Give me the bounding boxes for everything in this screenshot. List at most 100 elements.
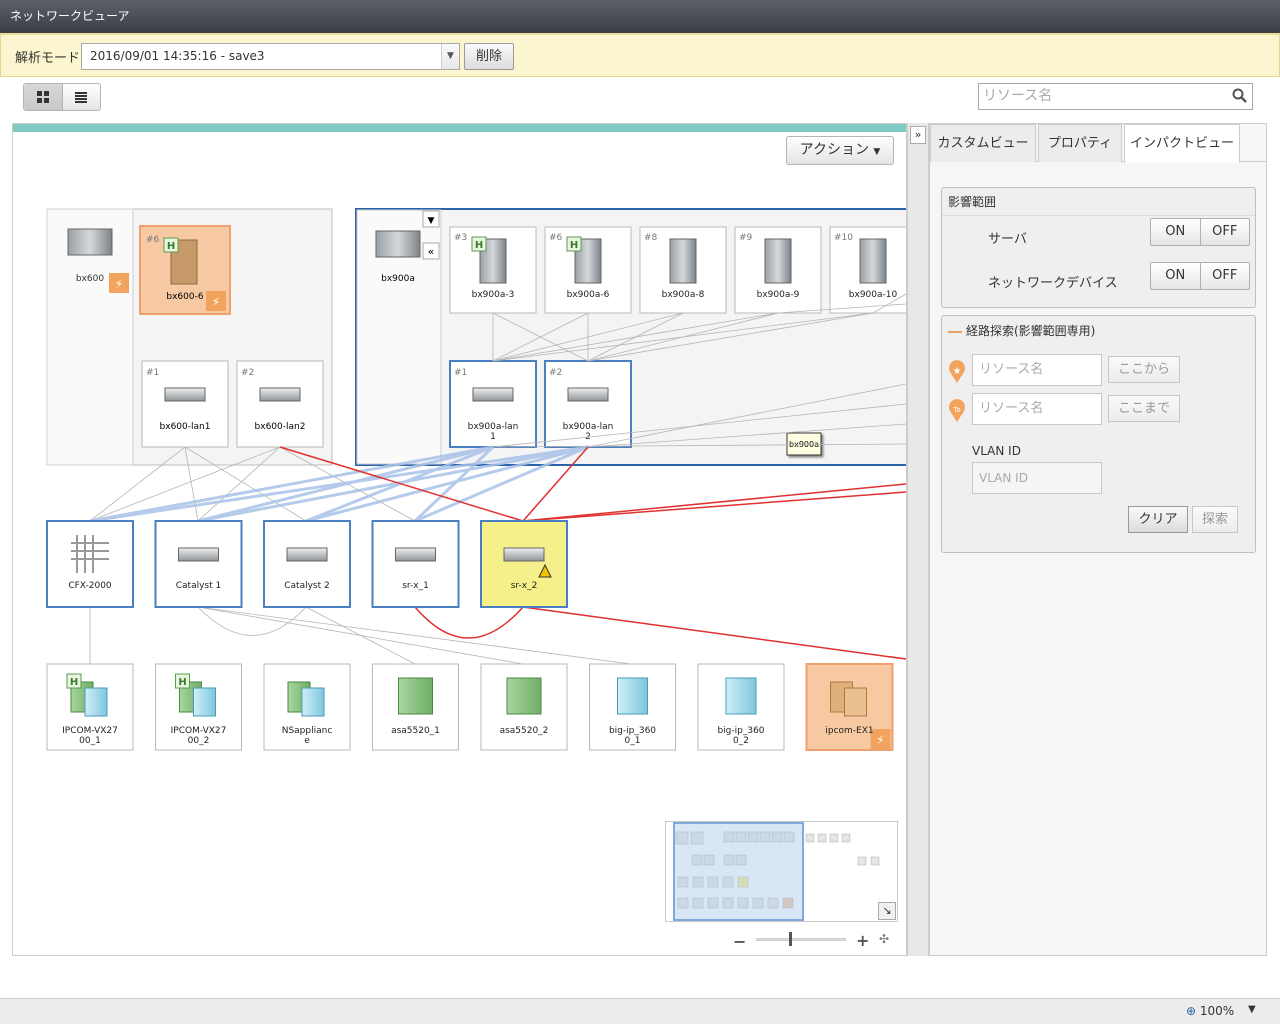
grid-view-button[interactable] — [24, 84, 63, 110]
lan-slot: #1 — [454, 368, 467, 378]
resize-arrow-icon: ↘ — [882, 904, 892, 917]
zoom-slider[interactable] — [756, 938, 846, 941]
resource-search-placeholder: リソース名 — [983, 88, 1053, 104]
search-icon[interactable] — [1232, 88, 1248, 104]
tab-custom-view[interactable]: カスタムビュー — [930, 124, 1036, 162]
firewall-icon — [398, 677, 433, 715]
collapse-panel-button[interactable]: » — [910, 126, 926, 144]
switch-label: sr-x_2 — [511, 581, 538, 591]
server-icon — [859, 238, 887, 284]
server-icon — [669, 238, 697, 284]
bx900a-chassis-label: bx900a — [381, 274, 415, 284]
route-from-input[interactable]: リソース名 — [972, 354, 1102, 386]
resource-search-input[interactable]: リソース名 — [978, 83, 1253, 110]
fit-screen-icon[interactable]: ✣ — [879, 932, 889, 946]
bx600-6-label: bx600-6 — [166, 292, 203, 302]
h-badge-letter: H — [178, 677, 186, 688]
view-toggle — [23, 83, 101, 111]
lightning-icon: ⚡ — [115, 277, 123, 291]
blade-label: bx900a-8 — [662, 290, 705, 300]
impact-range-title: 影響範囲 — [942, 188, 1255, 216]
switch-node[interactable] — [154, 520, 243, 608]
analysis-mode-bar: 解析モード 2016/09/01 14:35:16 - save3 ▼ 削除 — [0, 33, 1280, 77]
switch-label: Catalyst 2 — [284, 581, 329, 591]
route-search-section: 経路探索(影響範囲専用) ★ リソース名 ここから To リソース名 ここまで … — [941, 315, 1256, 553]
svg-text:★: ★ — [953, 366, 962, 377]
network-on-button[interactable]: ON — [1151, 263, 1201, 289]
delete-button[interactable]: 削除 — [464, 43, 514, 70]
network-device-label: ネットワークデバイス — [988, 276, 1118, 291]
minimap-viewport[interactable] — [673, 822, 804, 921]
network-device-toggle[interactable]: ON OFF — [1150, 262, 1250, 290]
vlan-id-label: VLAN ID — [972, 444, 1021, 458]
switch-node[interactable] — [46, 520, 134, 608]
server-label: サーバ — [988, 232, 1027, 247]
blade-slot: #3 — [454, 233, 467, 243]
appliance-label: ipcom-EX1 — [825, 726, 873, 736]
chevron-down-icon[interactable]: ▼ — [441, 44, 459, 69]
zoom-slider-handle[interactable] — [789, 932, 792, 946]
network-topology-canvas[interactable]: アクション ▼ bx600 ⚡ #6 H bx600-6 ⚡ #1 bx600-… — [12, 123, 907, 956]
switch-icon — [503, 547, 545, 562]
switch-label: sr-x_1 — [402, 581, 429, 591]
list-view-button[interactable] — [63, 84, 101, 110]
server-off-button[interactable]: OFF — [1201, 219, 1250, 245]
server-on-button[interactable]: ON — [1151, 219, 1201, 245]
route-search-button[interactable]: 探索 — [1192, 506, 1238, 533]
tab-impact-view[interactable]: インパクトビュー — [1124, 124, 1240, 163]
switch-icon — [259, 387, 301, 402]
route-search-title: 経路探索(影響範囲専用) — [966, 324, 1096, 338]
svg-text:To: To — [952, 406, 960, 414]
virtual-appliance-icon — [193, 687, 216, 717]
tab-properties[interactable]: プロパティ — [1038, 124, 1122, 162]
load-balancer-icon — [725, 677, 757, 715]
lan-slot: #2 — [549, 368, 562, 378]
switch-node[interactable] — [371, 520, 460, 608]
route-from-placeholder: リソース名 — [979, 362, 1044, 377]
switch-node[interactable] — [480, 520, 568, 608]
zoom-out-icon[interactable]: − — [733, 932, 746, 951]
panel-splitter[interactable]: » — [907, 123, 929, 956]
route-to-input[interactable]: リソース名 — [972, 393, 1102, 425]
double-chevron-left-icon: « — [428, 245, 435, 258]
snapshot-select[interactable]: 2016/09/01 14:35:16 - save3 ▼ — [81, 43, 460, 70]
load-balancer-icon — [617, 677, 648, 715]
switch-icon — [178, 547, 219, 562]
zoom-control: − + ✣ — [733, 931, 898, 951]
blade-label: bx900a-6 — [567, 290, 610, 300]
from-here-button[interactable]: ここから — [1108, 356, 1180, 383]
switch-icon — [395, 547, 436, 562]
h-badge-letter: H — [475, 240, 483, 251]
blade-slot: #9 — [739, 233, 753, 243]
switch-icon — [472, 387, 514, 402]
virtual-appliance-icon — [84, 687, 108, 717]
server-toggle[interactable]: ON OFF — [1150, 218, 1250, 246]
grid-icon — [36, 91, 49, 103]
from-star-icon: ★ — [949, 360, 965, 383]
network-off-button[interactable]: OFF — [1201, 263, 1250, 289]
status-bar: ⊕ 100% ▼ — [0, 998, 1280, 1024]
analysis-mode-label: 解析モード — [15, 51, 81, 66]
vlan-id-placeholder: VLAN ID — [979, 471, 1028, 485]
chevron-down-icon: ▼ — [428, 216, 435, 226]
clear-button[interactable]: クリア — [1128, 506, 1188, 533]
minimap[interactable]: ↘ — [665, 821, 898, 922]
route-search-header: 経路探索(影響範囲専用) — [948, 322, 1095, 339]
chevron-down-icon[interactable]: ▼ — [1248, 1004, 1256, 1015]
to-here-button[interactable]: ここまで — [1108, 395, 1180, 422]
lightning-icon: ⚡ — [212, 295, 220, 309]
switch-node[interactable] — [263, 520, 351, 608]
firewall-icon — [506, 677, 542, 715]
window-title: ネットワークビューア — [0, 0, 1280, 33]
minimap-resize-button[interactable]: ↘ — [878, 902, 896, 920]
bx600-lan2-slot: #2 — [241, 368, 254, 378]
snapshot-select-value: 2016/09/01 14:35:16 - save3 — [90, 49, 265, 63]
blade-slot: #10 — [834, 233, 853, 243]
bx600-6-slot: #6 — [146, 235, 160, 245]
bx600-chassis-label: bx600 — [76, 274, 104, 284]
zoom-level[interactable]: ⊕ 100% — [1186, 1004, 1234, 1018]
blade-slot: #8 — [644, 233, 658, 243]
vlan-id-input[interactable]: VLAN ID — [972, 462, 1102, 494]
virtual-appliance-icon — [844, 687, 867, 717]
zoom-in-icon[interactable]: + — [856, 931, 869, 950]
